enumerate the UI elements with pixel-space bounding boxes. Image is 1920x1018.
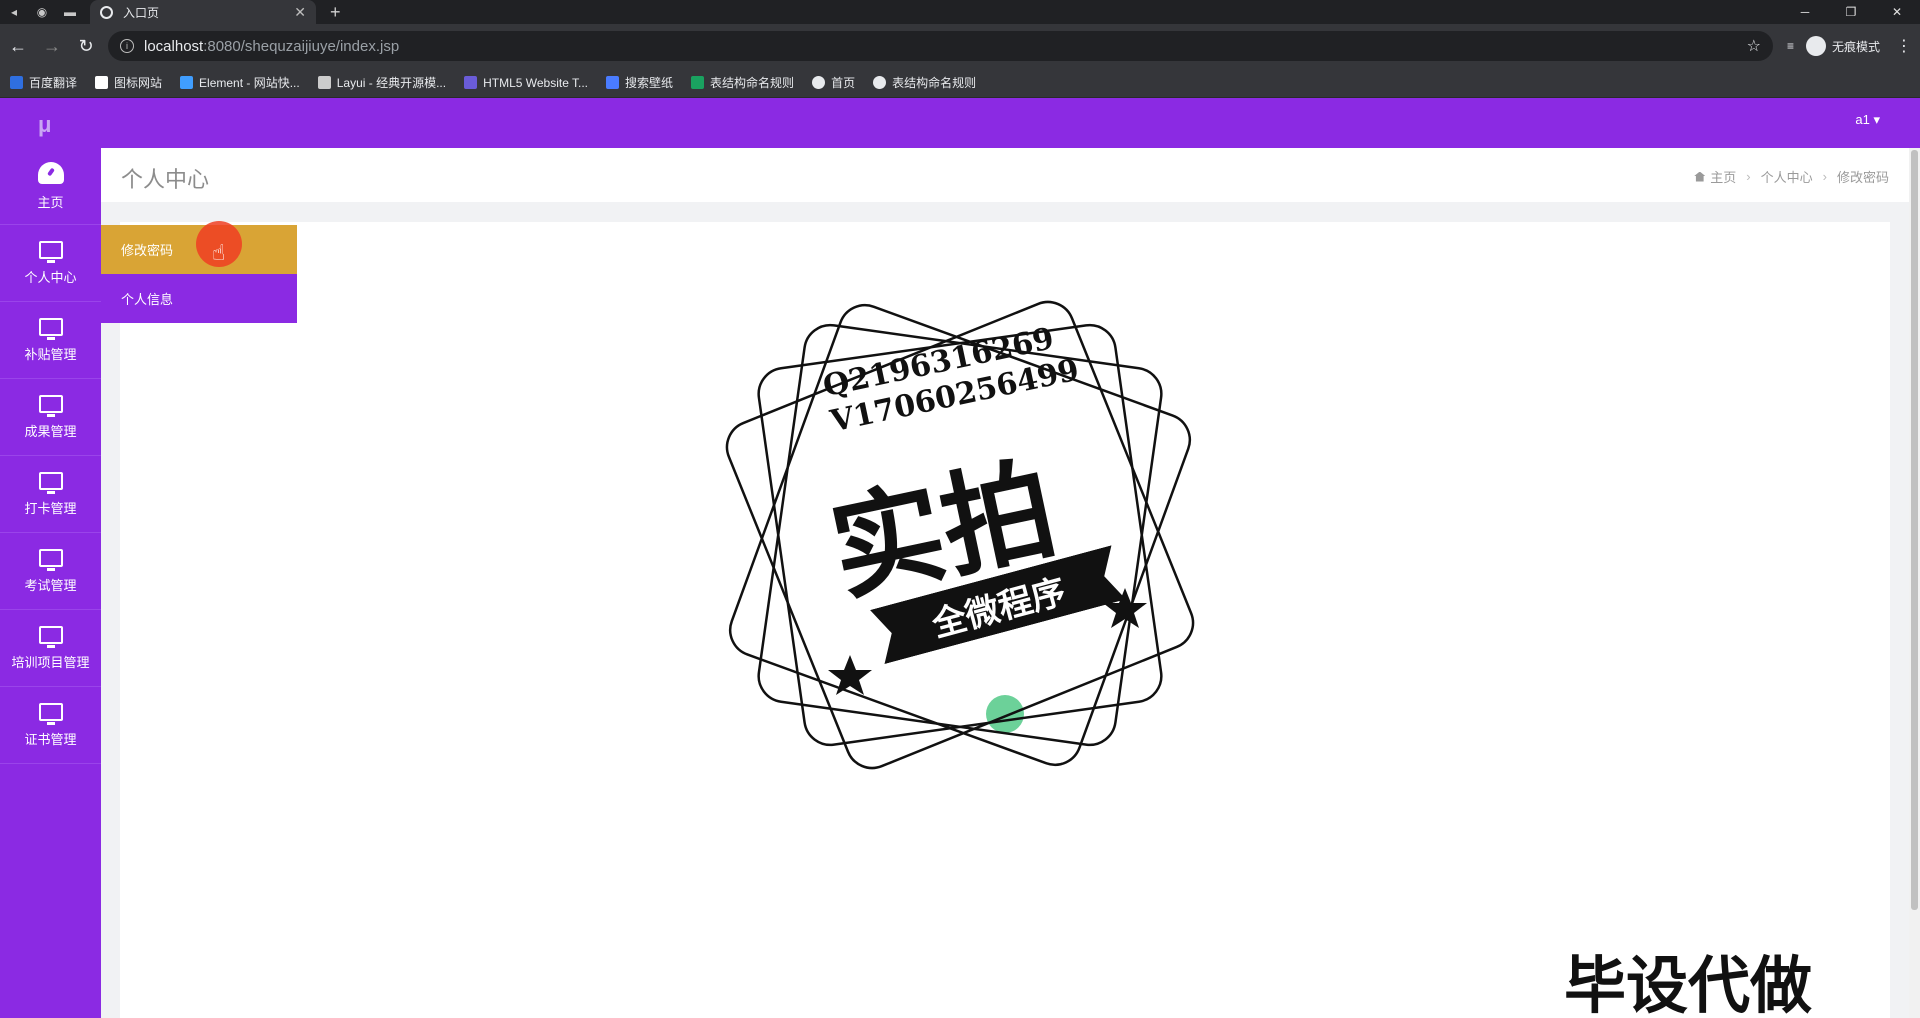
- app-top-nav: [0, 98, 1920, 148]
- watermark-stamp: Q2196316269 V17060256499 实拍 全微程序: [720, 290, 1200, 780]
- site-info-icon[interactable]: i: [120, 39, 134, 53]
- incognito-icon[interactable]: [1806, 36, 1827, 56]
- dashboard-icon: [37, 161, 64, 184]
- bookmark-favicon-icon: [180, 76, 194, 89]
- sidebar-item-training[interactable]: 培训项目管理: [0, 610, 101, 687]
- reload-icon[interactable]: ↻: [70, 30, 102, 62]
- hand-cursor-icon: ☝: [212, 240, 226, 265]
- breadcrumb-profile[interactable]: 个人中心: [1761, 167, 1813, 186]
- sidebar-item-certificate[interactable]: 证书管理: [0, 687, 101, 764]
- breadcrumb: 主页 › 个人中心 › 修改密码: [1694, 167, 1889, 186]
- bookmark-item[interactable]: 图标网站: [95, 74, 162, 91]
- bookmark-item[interactable]: 表结构命名规则: [691, 74, 794, 91]
- page-title: 个人中心: [121, 168, 210, 193]
- sidebar-item-checkin[interactable]: 打卡管理: [0, 456, 101, 533]
- browser-toolbar: ← → ↻ i localhost :8080/shequzaijiuye/in…: [0, 24, 1920, 68]
- sidebar-item-label: 证书管理: [24, 731, 77, 747]
- monitor-icon: [38, 317, 63, 340]
- scrollbar-thumb[interactable]: [1911, 150, 1918, 910]
- submenu-personal-info[interactable]: 个人信息: [101, 274, 297, 323]
- app-logo[interactable]: μ: [38, 112, 51, 138]
- url-host: localhost: [144, 37, 204, 55]
- monitor-icon: [38, 548, 63, 571]
- forward-icon[interactable]: →: [36, 30, 68, 62]
- tab-globe-icon: [100, 5, 113, 19]
- bookmark-favicon-icon: [812, 76, 826, 89]
- bookmark-item[interactable]: 搜索壁纸: [606, 74, 673, 91]
- sidebar-item-home[interactable]: 主页: [0, 148, 101, 225]
- restore-icon[interactable]: ❐: [1828, 5, 1874, 19]
- sidebar-item-label: 个人中心: [24, 269, 77, 285]
- window-close-icon[interactable]: ✕: [1874, 5, 1920, 19]
- bookmarks-bar: 百度翻译 图标网站 Element - 网站快... Layui - 经典开源模…: [0, 68, 1920, 98]
- bookmark-item[interactable]: 首页: [812, 74, 855, 91]
- new-tab-icon[interactable]: +: [330, 2, 341, 23]
- corner-watermark: 毕设代做: [1563, 949, 1812, 1018]
- breadcrumb-home[interactable]: 主页: [1710, 167, 1736, 186]
- sidebar: 主页 个人中心 补贴管理 成果管理 打卡管理 考试管理 培训项目管理 证书管理: [0, 148, 101, 1018]
- monitor-icon: [38, 471, 63, 494]
- window-controls: ─ ❐ ✕: [1782, 5, 1920, 19]
- address-bar[interactable]: i localhost :8080/shequzaijiuye/index.js…: [108, 31, 1773, 61]
- chevron-right-icon: ›: [1822, 169, 1827, 184]
- sidebar-item-label: 考试管理: [24, 577, 77, 593]
- bookmark-item[interactable]: Element - 网站快...: [180, 74, 300, 91]
- monitor-icon: [38, 240, 63, 263]
- bookmark-star-icon[interactable]: ☆: [1747, 36, 1761, 56]
- home-icon: [1694, 171, 1706, 182]
- sidebar-item-label: 打卡管理: [24, 500, 77, 516]
- monitor-icon: [38, 394, 63, 417]
- bookmark-item[interactable]: HTML5 Website T...: [464, 76, 588, 90]
- browser-menu-icon[interactable]: ⋮: [1896, 36, 1912, 56]
- sidebar-item-label: 补贴管理: [24, 346, 77, 362]
- bookmark-favicon-icon: [691, 76, 705, 89]
- sidebar-item-label: 培训项目管理: [11, 654, 90, 670]
- page-header: 个人中心 主页 › 个人中心 › 修改密码: [101, 148, 1909, 202]
- bookmark-item[interactable]: 表结构命名规则: [873, 74, 976, 91]
- tab-close-icon[interactable]: ✕: [294, 4, 306, 21]
- sidebar-item-label: 成果管理: [24, 423, 77, 439]
- monitor-icon: [38, 625, 63, 648]
- bookmark-favicon-icon: [95, 76, 109, 89]
- bookmark-favicon-icon: [606, 76, 620, 89]
- profile-label[interactable]: 无痕模式: [1832, 38, 1880, 55]
- window-icon[interactable]: ▬: [56, 0, 84, 24]
- bookmark-favicon-icon: [317, 76, 331, 89]
- sidebar-item-label: 主页: [37, 194, 64, 210]
- chevron-right-icon: ›: [1746, 169, 1751, 184]
- breadcrumb-current: 修改密码: [1836, 170, 1889, 185]
- reading-list-icon[interactable]: ≡: [1787, 39, 1794, 53]
- sidebar-item-profile[interactable]: 个人中心: [0, 225, 101, 302]
- url-path: :8080/shequzaijiuye/index.jsp: [203, 37, 400, 55]
- sidebar-item-results[interactable]: 成果管理: [0, 379, 101, 456]
- bookmark-item[interactable]: Layui - 经典开源模...: [317, 74, 446, 91]
- minimize-icon[interactable]: ─: [1782, 5, 1828, 19]
- globe-icon[interactable]: ◉: [28, 0, 56, 24]
- speaker-icon[interactable]: ◂: [0, 0, 28, 24]
- bookmark-favicon-icon: [464, 76, 478, 89]
- user-menu[interactable]: a1 ▾: [1855, 112, 1880, 128]
- sidebar-item-subsidy[interactable]: 补贴管理: [0, 302, 101, 379]
- monitor-icon: [38, 702, 63, 725]
- sidebar-item-exam[interactable]: 考试管理: [0, 533, 101, 610]
- bookmark-favicon-icon: [10, 76, 23, 89]
- browser-tab-bar: ◂ ◉ ▬ 入口页 ✕ + ─ ❐ ✕: [0, 0, 1920, 24]
- bookmark-item[interactable]: 百度翻译: [10, 74, 77, 91]
- bookmark-favicon-icon: [873, 76, 887, 89]
- scrollbar[interactable]: [1909, 148, 1920, 1018]
- browser-tab[interactable]: 入口页 ✕: [90, 0, 316, 24]
- tab-title: 入口页: [123, 5, 160, 20]
- back-icon[interactable]: ←: [2, 30, 34, 62]
